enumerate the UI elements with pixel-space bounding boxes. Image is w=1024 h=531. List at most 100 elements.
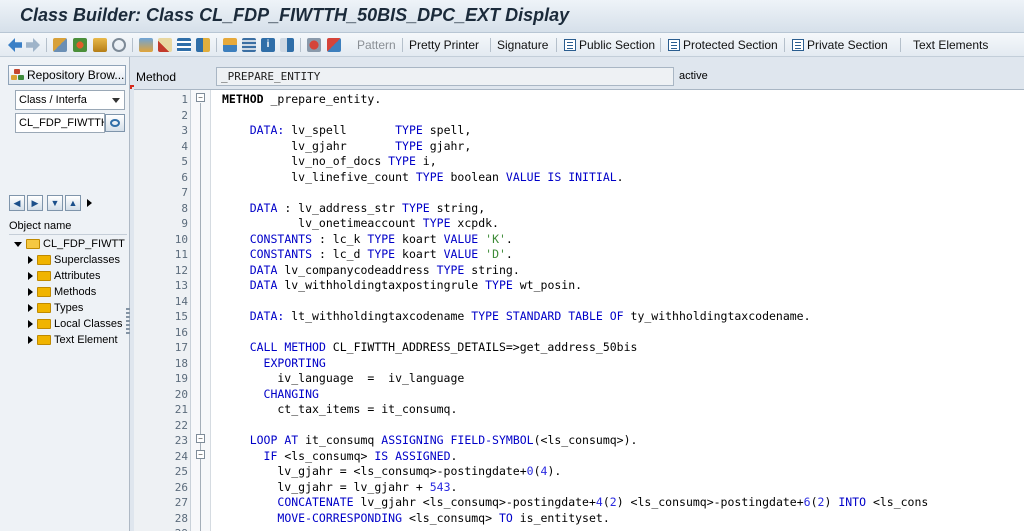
- code-keyword: TYPE: [485, 278, 513, 292]
- code-string: 'K': [485, 231, 506, 246]
- fold-toggle-icon[interactable]: −: [196, 434, 205, 443]
- activate-icon[interactable]: [112, 37, 126, 53]
- forward-arrow-icon[interactable]: [26, 37, 40, 53]
- code-line[interactable]: CALL METHOD CL_FIWTTH_ADDRESS_DETAILS=>g…: [222, 340, 638, 356]
- code-text: (: [602, 495, 610, 509]
- line-number: 13: [174, 279, 188, 292]
- active-inactive-icon[interactable]: [73, 37, 87, 53]
- title-bar: Class Builder: Class CL_FDP_FIWTTH_50BIS…: [0, 0, 1024, 33]
- back-arrow-icon[interactable]: [8, 37, 22, 53]
- repository-browser-button[interactable]: Repository Brow...: [8, 65, 126, 85]
- collapse-icon[interactable]: [28, 256, 33, 264]
- code-line[interactable]: DATA : lv_address_str TYPE string,: [222, 201, 485, 217]
- help-icon[interactable]: [280, 37, 294, 53]
- code-keyword: DATA:: [249, 309, 285, 323]
- signature-button[interactable]: Signature: [497, 37, 548, 53]
- more-icon[interactable]: [87, 199, 92, 207]
- pretty-printer-button[interactable]: Pretty Printer: [409, 37, 479, 53]
- code-line[interactable]: iv_language = iv_language: [222, 371, 464, 387]
- code-line[interactable]: DATA lv_withholdingtaxpostingrule TYPE w…: [222, 278, 582, 294]
- down-icon[interactable]: ▼: [47, 195, 63, 211]
- line-number: 7: [181, 186, 188, 199]
- code-line[interactable]: EXPORTING: [222, 356, 326, 372]
- collapse-icon[interactable]: [28, 336, 33, 344]
- up-icon[interactable]: ▲: [65, 195, 81, 211]
- tree-item-methods[interactable]: Methods: [28, 284, 96, 300]
- next-object-icon[interactable]: ▶: [27, 195, 43, 211]
- collapse-icon[interactable]: [28, 288, 33, 296]
- code-keyword: DATA: [249, 200, 278, 215]
- check-icon[interactable]: [93, 37, 107, 53]
- code-line[interactable]: lv_gjahr TYPE gjahr,: [222, 139, 471, 155]
- tree-item-types[interactable]: Types: [28, 300, 83, 316]
- code-line[interactable]: IF <ls_consumq> IS ASSIGNED.: [222, 448, 458, 465]
- layout-icon[interactable]: [242, 37, 256, 53]
- display-object-icon[interactable]: [105, 114, 125, 132]
- code-line[interactable]: DATA: lv_spell TYPE spell,: [222, 123, 472, 139]
- tree-item-superclasses[interactable]: Superclasses: [28, 252, 120, 268]
- code-line[interactable]: CONSTANTS : lc_k TYPE koart VALUE 'K'.: [222, 232, 513, 248]
- code-text: xcpdk.: [450, 216, 499, 230]
- collapse-icon[interactable]: [28, 320, 33, 328]
- tree-item-attributes[interactable]: Attributes: [28, 268, 100, 284]
- object-name-input[interactable]: CL_FDP_FIWTTH: [15, 113, 105, 133]
- display-change-icon[interactable]: [53, 37, 67, 53]
- code-line[interactable]: MOVE-CORRESPONDING <ls_consumq> TO is_en…: [222, 510, 609, 527]
- where-used-icon[interactable]: [139, 37, 153, 53]
- code-line[interactable]: LOOP AT it_consumq ASSIGNING FIELD-SYMBO…: [222, 433, 638, 449]
- code-line[interactable]: ct_tax_items = it_consumq.: [222, 402, 457, 418]
- line-number: 18: [174, 356, 188, 370]
- line-number: 11: [174, 248, 188, 261]
- collapse-icon[interactable]: [28, 304, 33, 312]
- code-text: : lc_d: [312, 247, 368, 261]
- line-number: 26: [174, 480, 188, 494]
- method-name-field[interactable]: _PREPARE_ENTITY: [216, 67, 674, 86]
- code-keyword: VALUE: [443, 247, 479, 261]
- public-section-button[interactable]: Public Section: [564, 37, 655, 53]
- code-keyword: IF: [263, 448, 278, 463]
- code-keyword: INTO: [838, 495, 867, 509]
- code-keyword: TYPE: [436, 262, 465, 277]
- expand-icon[interactable]: [14, 241, 22, 247]
- code-line[interactable]: CONCATENATE lv_gjahr <ls_consumq>-postin…: [222, 495, 928, 511]
- test-icon[interactable]: [327, 37, 341, 53]
- code-line[interactable]: CONSTANTS : lc_d TYPE koart VALUE 'D'.: [222, 247, 513, 263]
- fold-toggle-icon[interactable]: −: [196, 93, 205, 102]
- protected-section-button[interactable]: Protected Section: [668, 37, 778, 53]
- code-line[interactable]: CHANGING: [222, 387, 319, 403]
- code-keyword: DATA: [249, 262, 278, 277]
- code-keyword: MOVE-CORRESPONDING: [277, 510, 403, 525]
- code-line[interactable]: lv_no_of_docs TYPE i,: [222, 154, 437, 170]
- folder-icon: [26, 239, 40, 249]
- text-elements-button[interactable]: Text Elements: [913, 37, 988, 53]
- fold-toggle-icon[interactable]: −: [196, 450, 205, 459]
- code-line[interactable]: lv_onetimeaccount TYPE xcpdk.: [222, 216, 499, 232]
- code-line[interactable]: DATA: lt_withholdingtaxcodename TYPE STA…: [222, 309, 811, 325]
- tree-root[interactable]: CL_FDP_FIWTT: [14, 236, 125, 252]
- code-line[interactable]: DATA lv_companycodeaddress TYPE string.: [222, 263, 520, 279]
- code-text: koart: [395, 231, 444, 246]
- pattern-button[interactable]: Pattern: [357, 37, 396, 53]
- object-type-dropdown[interactable]: Class / Interfa: [15, 90, 125, 110]
- code-line[interactable]: lv_gjahr = lv_gjahr + 543.: [222, 480, 457, 496]
- collapse-icon[interactable]: [28, 272, 33, 280]
- code-line[interactable]: METHOD _prepare_entity.: [222, 92, 381, 108]
- code-editor[interactable]: 1 2 3 4 5 6 7 8 9 10 11 12 13 14 15 16 17 18 19 20 21 22 23 24 2…: [134, 89, 1024, 531]
- hierarchy-icon[interactable]: [177, 37, 191, 53]
- private-section-button[interactable]: Private Section: [792, 37, 888, 53]
- line-number: 6: [181, 170, 188, 184]
- previous-object-icon[interactable]: ◀: [9, 195, 25, 211]
- splitter-handle[interactable]: [126, 308, 130, 334]
- code-line[interactable]: lv_linefive_count TYPE boolean VALUE IS …: [222, 170, 623, 186]
- tree-item-text-elements[interactable]: Text Element: [28, 332, 128, 348]
- tree-item-local-classes[interactable]: Local Classes: [28, 316, 122, 332]
- debug-icon[interactable]: [307, 37, 321, 53]
- line-number: 24: [174, 449, 188, 463]
- code-text: i,: [415, 154, 437, 168]
- inheritance-icon[interactable]: [223, 37, 237, 53]
- code-line[interactable]: lv_gjahr = <ls_consumq>-postingdate+0(4)…: [222, 464, 561, 480]
- object-list-icon[interactable]: [196, 37, 210, 53]
- info-icon[interactable]: i: [261, 37, 275, 53]
- edit-object-icon[interactable]: [158, 37, 172, 53]
